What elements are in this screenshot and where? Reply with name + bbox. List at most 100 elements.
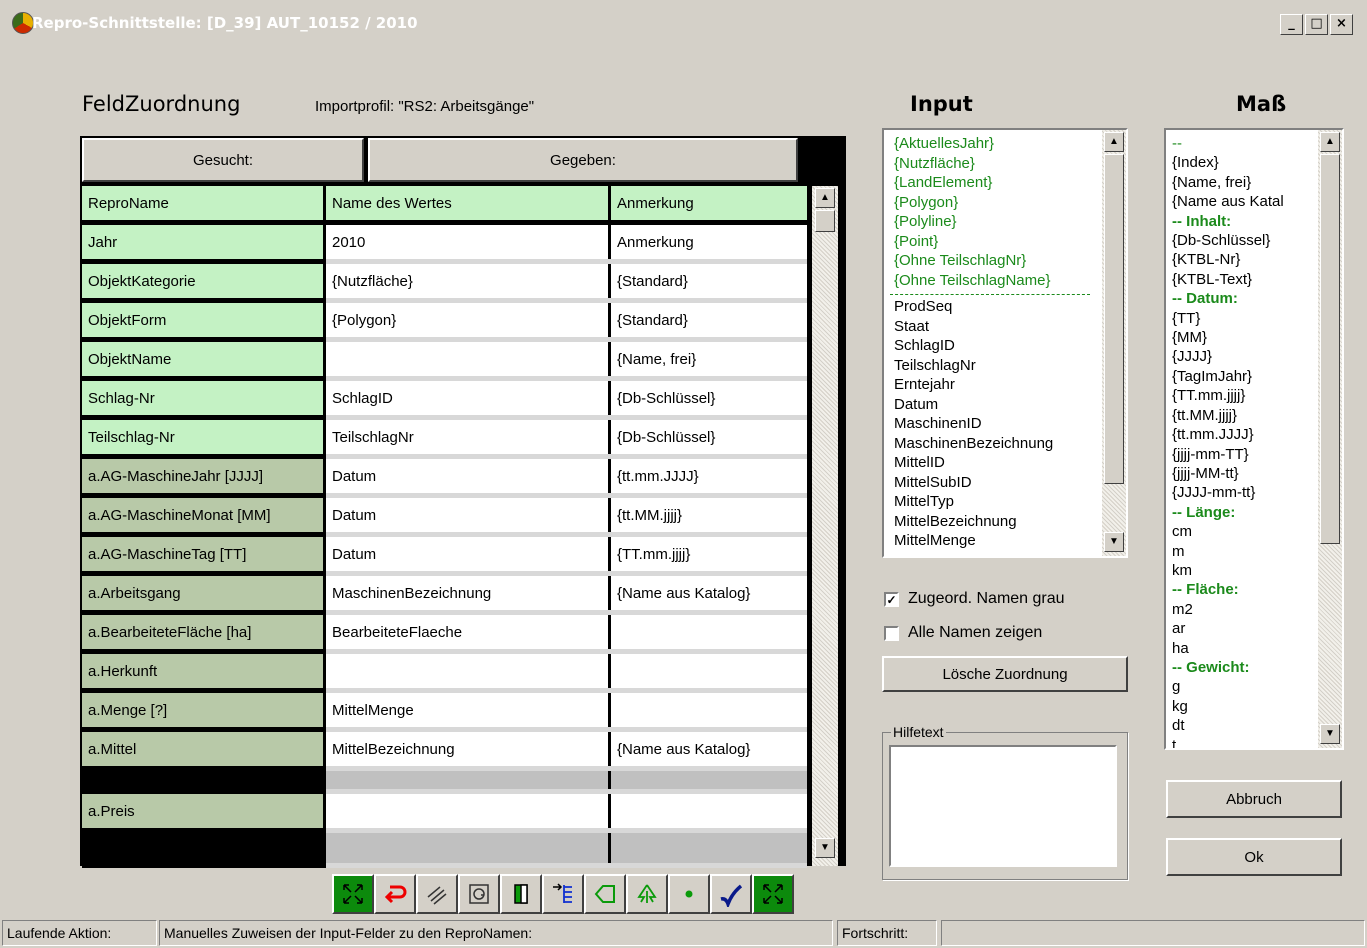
zoom-extents-icon[interactable] [332, 874, 374, 914]
value-name-cell[interactable]: MittelMenge [324, 690, 611, 732]
mass-item[interactable]: {jjjj-mm-TT} [1166, 445, 1312, 464]
mass-item[interactable]: {TagImJahr} [1166, 367, 1312, 386]
input-item-assigned[interactable]: {LandElement} [884, 173, 1096, 193]
table-row[interactable]: ObjektForm {Polygon} {Standard} [82, 300, 807, 342]
show-all-checkbox[interactable] [884, 625, 899, 641]
mass-item[interactable]: {tt.mm.JJJJ} [1166, 425, 1312, 444]
mass-item[interactable]: m2 [1166, 600, 1312, 619]
table-row[interactable]: a.Preis [82, 791, 807, 833]
repro-name-cell[interactable]: ObjektKategorie [82, 261, 326, 303]
repro-name-cell[interactable]: ObjektForm [82, 300, 326, 342]
remark-cell[interactable]: Anmerkung [609, 222, 807, 264]
table-row[interactable]: Teilschlag-Nr TeilschlagNr {Db-Schlüssel} [82, 417, 807, 459]
remark-cell[interactable]: {tt.mm.JJJJ} [609, 456, 807, 498]
scroll-down-icon[interactable]: ▼ [1104, 532, 1124, 552]
repro-name-cell[interactable]: a.AG-MaschineJahr [JJJJ] [82, 456, 326, 498]
table-row[interactable]: a.AG-MaschineMonat [MM] Datum {tt.MM.jjjj} [82, 495, 807, 537]
table-row[interactable]: a.Arbeitsgang MaschinenBezeichnung {Name a… [82, 573, 807, 615]
grey-names-option[interactable]: ✓ Zugeord. Namen grau [884, 590, 1065, 608]
input-item-assigned[interactable]: {Ohne TeilschlagNr} [884, 251, 1096, 271]
checkmark-icon[interactable] [710, 874, 752, 914]
input-item[interactable]: SchlagID [884, 336, 1096, 356]
input-item[interactable]: ProdSeq [884, 297, 1096, 317]
hatch-lines-icon[interactable] [416, 874, 458, 914]
mass-item[interactable]: g [1166, 677, 1312, 696]
remark-cell[interactable]: {Standard} [609, 261, 807, 303]
value-name-cell[interactable]: 2010 [324, 222, 611, 264]
repro-name-cell[interactable]: a.Arbeitsgang [82, 573, 326, 615]
repro-name-cell[interactable]: ObjektName [82, 339, 326, 381]
mass-item[interactable]: {KTBL-Text} [1166, 270, 1312, 289]
gesucht-header[interactable]: Gesucht: [82, 138, 364, 182]
scroll-thumb[interactable] [1320, 154, 1340, 544]
input-item[interactable]: Datum [884, 395, 1096, 415]
tree-icon[interactable] [626, 874, 668, 914]
close-button[interactable]: × [1330, 14, 1353, 35]
input-item[interactable]: TeilschlagNr [884, 356, 1096, 376]
table-row[interactable]: a.AG-MaschineJahr [JJJJ] Datum {tt.mm.JJJJ… [82, 456, 807, 498]
value-name-cell[interactable]: Datum [324, 495, 611, 537]
column-header[interactable]: Name des Wertes [324, 186, 611, 225]
input-item[interactable]: MittelSubID [884, 473, 1096, 493]
point-icon[interactable] [668, 874, 710, 914]
mass-item[interactable]: ha [1166, 639, 1312, 658]
input-item-assigned[interactable]: {Polygon} [884, 193, 1096, 213]
input-item[interactable]: Erntejahr [884, 375, 1096, 395]
remark-cell[interactable] [609, 651, 807, 693]
mass-category-header[interactable]: -- Inhalt: [1166, 212, 1312, 231]
mass-scrollbar[interactable]: ▲ ▼ [1318, 130, 1342, 748]
mass-item[interactable]: cm [1166, 522, 1312, 541]
repro-name-cell[interactable]: a.Preis [82, 791, 326, 833]
input-item[interactable]: MittelID [884, 453, 1096, 473]
input-item[interactable]: MittelMenge [884, 531, 1096, 551]
remark-cell[interactable]: {Db-Schlüssel} [609, 378, 807, 420]
table-row[interactable]: a.Herkunft [82, 651, 807, 693]
mass-item[interactable]: {Name aus Katal [1166, 192, 1312, 211]
mass-item[interactable]: {KTBL-Nr} [1166, 250, 1312, 269]
value-name-cell[interactable] [324, 339, 611, 381]
table-row[interactable]: a.BearbeiteteFläche [ha] BearbeiteteFlaec… [82, 612, 807, 654]
repro-name-cell[interactable]: Jahr [82, 222, 326, 264]
help-textbox[interactable] [889, 745, 1117, 867]
door-icon[interactable] [500, 874, 542, 914]
mass-item[interactable]: {MM} [1166, 328, 1312, 347]
scroll-down-icon[interactable]: ▼ [1320, 724, 1340, 744]
value-name-cell[interactable] [324, 791, 611, 833]
value-name-cell[interactable]: {Polygon} [324, 300, 611, 342]
table-row[interactable]: a.AG-MaschineTag [TT] Datum {TT.mm.jjjj} [82, 534, 807, 576]
repro-name-cell[interactable]: a.AG-MaschineMonat [MM] [82, 495, 326, 537]
delete-assignment-button[interactable]: Lösche Zuordnung [882, 656, 1128, 692]
mass-item[interactable]: {TT} [1166, 309, 1312, 328]
mass-item[interactable]: km [1166, 561, 1312, 580]
table-row[interactable]: a.Mittel MittelBezeichnung {Name aus Katal… [82, 729, 807, 771]
minimize-button[interactable]: _ [1280, 14, 1303, 35]
repro-name-cell[interactable]: a.Menge [?] [82, 690, 326, 732]
remark-cell[interactable]: {Name aus Katalog} [609, 573, 807, 615]
scroll-up-icon[interactable]: ▲ [1320, 132, 1340, 152]
grid-scrollbar[interactable]: ▲ ▼ [812, 186, 838, 866]
repro-name-cell[interactable]: a.AG-MaschineTag [TT] [82, 534, 326, 576]
mass-item[interactable]: {JJJJ-mm-tt} [1166, 483, 1312, 502]
input-item-assigned[interactable]: {Polyline} [884, 212, 1096, 232]
repro-name-cell[interactable]: a.Herkunft [82, 651, 326, 693]
mass-category-header[interactable]: -- Länge: [1166, 503, 1312, 522]
mass-item[interactable]: m [1166, 542, 1312, 561]
input-item-assigned[interactable]: {Ohne TeilschlagName} [884, 271, 1096, 291]
scroll-thumb[interactable] [815, 210, 835, 232]
input-item-assigned[interactable]: {Point} [884, 232, 1096, 252]
label-icon[interactable] [458, 874, 500, 914]
value-name-cell[interactable]: SchlagID [324, 378, 611, 420]
remark-cell[interactable]: {Name, frei} [609, 339, 807, 381]
mass-item[interactable]: {TT.mm.jjjj} [1166, 386, 1312, 405]
scroll-down-icon[interactable]: ▼ [815, 838, 835, 858]
remark-cell[interactable]: {Db-Schlüssel} [609, 417, 807, 459]
value-name-cell[interactable]: TeilschlagNr [324, 417, 611, 459]
repro-name-cell[interactable]: a.Mittel [82, 729, 326, 771]
column-header[interactable]: Anmerkung [609, 186, 807, 225]
column-header[interactable]: ReproName [82, 186, 326, 225]
cancel-button[interactable]: Abbruch [1166, 780, 1342, 818]
value-name-cell[interactable]: MaschinenBezeichnung [324, 573, 611, 615]
mass-item[interactable]: ar [1166, 619, 1312, 638]
zoom-extents-icon[interactable] [752, 874, 794, 914]
show-all-option[interactable]: Alle Namen zeigen [884, 624, 1042, 642]
